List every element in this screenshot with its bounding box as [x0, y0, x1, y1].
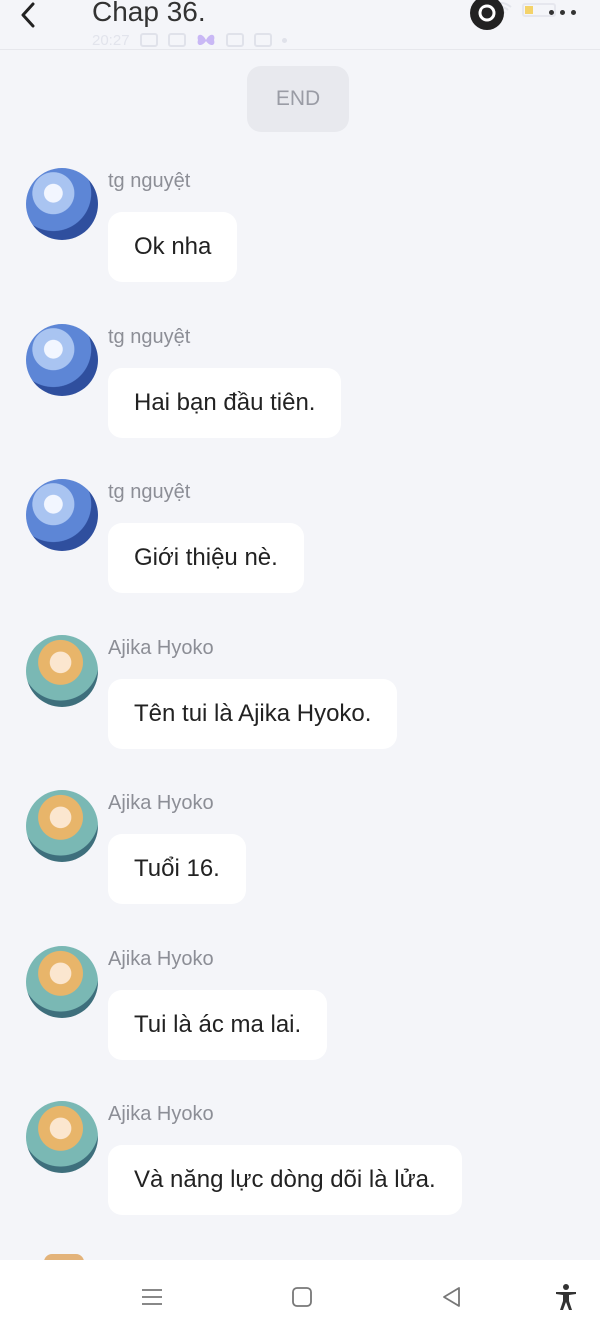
- chat-message: Ajika Hyoko Tui là ác ma lai.: [0, 946, 600, 1076]
- system-nav-bar: [0, 1260, 600, 1333]
- eye-icon: [478, 4, 496, 22]
- triangle-back-icon: [443, 1287, 460, 1307]
- message-bubble: Giới thiệu nè.: [108, 523, 304, 593]
- end-marker: END: [247, 66, 349, 132]
- square-home-icon: [292, 1287, 312, 1307]
- status-bar: 20:27: [92, 30, 562, 50]
- more-dots-icon: [559, 9, 565, 15]
- sender-name: tg nguyệt: [108, 326, 191, 348]
- chat-message: Ajika Hyoko Tuổi 16.: [0, 790, 600, 920]
- avatar[interactable]: [26, 946, 98, 1018]
- avatar[interactable]: [26, 1101, 98, 1173]
- chat-message: Ajika Hyoko Và năng lực dòng dõi là lửa.: [0, 1101, 600, 1231]
- more-dots-icon: [570, 9, 576, 15]
- notification-icon: [225, 33, 244, 47]
- sender-name: tg nguyệt: [108, 170, 191, 192]
- notification-icon: [167, 33, 186, 47]
- accessibility-icon: [556, 1284, 576, 1310]
- top-bar: Chap 36. 20:27: [0, 0, 600, 50]
- nav-menu-button[interactable]: [135, 1280, 169, 1314]
- avatar[interactable]: [26, 790, 98, 862]
- chevron-left-icon: [21, 2, 35, 28]
- chat-message: Ajika Hyoko Tên tui là Ajika Hyoko.: [0, 635, 600, 765]
- chat-message: tg nguyệt Giới thiệu nè.: [0, 479, 600, 609]
- message-bubble: Và năng lực dòng dõi là lửa.: [108, 1145, 462, 1215]
- avatar[interactable]: [26, 324, 98, 396]
- sender-name: Ajika Hyoko: [108, 1103, 214, 1125]
- message-bubble: Tui là ác ma lai.: [108, 990, 328, 1060]
- message-bubble: Ok nha: [108, 212, 238, 282]
- avatar[interactable]: [26, 168, 98, 240]
- sender-name: Ajika Hyoko: [108, 637, 214, 659]
- more-options-button[interactable]: [540, 2, 584, 22]
- message-bubble: Hai bạn đầu tiên.: [108, 368, 342, 438]
- sender-name: tg nguyệt: [108, 481, 191, 503]
- sender-name: Ajika Hyoko: [108, 948, 214, 970]
- accessibility-button[interactable]: [549, 1280, 583, 1314]
- chat-message: tg nguyệt Ok nha: [0, 168, 600, 298]
- status-time: 20:27: [92, 31, 130, 49]
- nav-home-button[interactable]: [285, 1280, 319, 1314]
- notification-icon: [139, 33, 158, 47]
- message-bubble: Tuổi 16.: [108, 834, 246, 904]
- notification-icon: [253, 33, 272, 47]
- page-title: Chap 36.: [92, 0, 206, 27]
- more-notifications-icon: [281, 37, 287, 43]
- more-dots-icon: [548, 9, 554, 15]
- avatar[interactable]: [26, 635, 98, 707]
- avatar[interactable]: [26, 479, 98, 551]
- sender-name: Ajika Hyoko: [108, 792, 214, 814]
- back-button[interactable]: [10, 0, 46, 30]
- chat-message: tg nguyệt Hai bạn đầu tiên.: [0, 324, 600, 454]
- eye-button[interactable]: [470, 0, 504, 30]
- menu-lines-icon: [142, 1289, 162, 1305]
- nav-back-button[interactable]: [435, 1280, 469, 1314]
- message-bubble: Tên tui là Ajika Hyoko.: [108, 679, 398, 749]
- butterfly-icon: [197, 34, 214, 46]
